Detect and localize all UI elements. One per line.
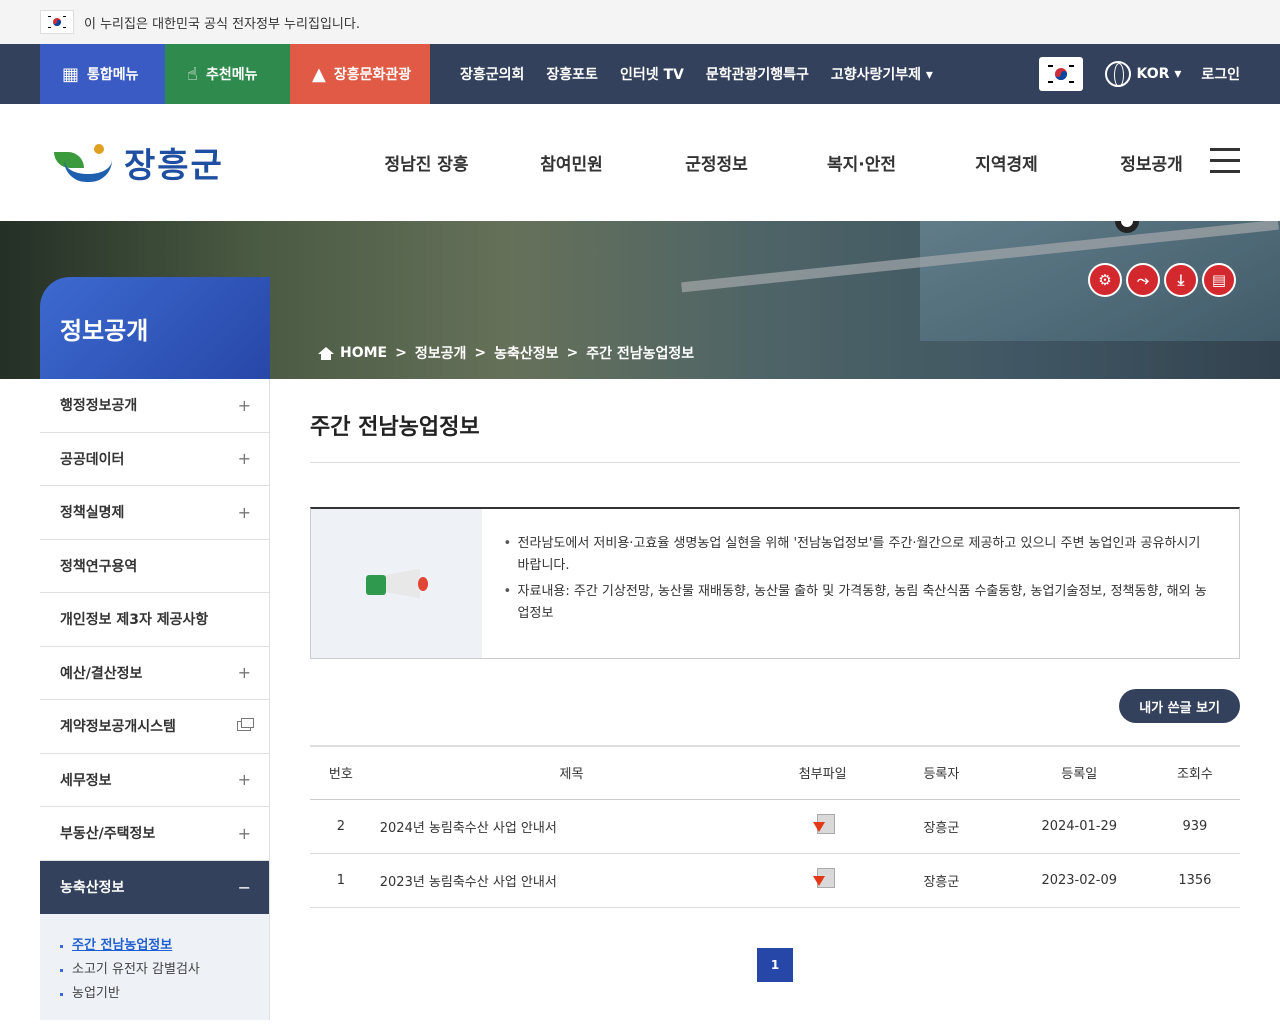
post-title-link[interactable]: 2023년 농림축수산 사업 안내서 xyxy=(371,853,772,908)
side-nav-item[interactable]: 행정정보공개 + xyxy=(40,379,269,433)
util-link-hometown-donation[interactable]: 고향사랑기부제 ▾ xyxy=(831,64,933,84)
plus-icon: + xyxy=(237,502,251,522)
subnav-weekly-agri[interactable]: 주간 전남농업정보 xyxy=(60,934,269,958)
pagination: 1 xyxy=(310,947,1240,982)
nav-info-disclosure[interactable]: 정보공개 xyxy=(1079,150,1224,175)
util-link-council[interactable]: 장흥군의회 xyxy=(460,64,524,84)
content-wrap: 행정정보공개 + 공공데이터 + 정책실명제 + 정책연구용역 개인정보 제3자 제공… xyxy=(0,379,1280,1020)
notice-image xyxy=(311,509,482,658)
recommend-menu-button[interactable]: ☝ 추천메뉴 xyxy=(165,44,290,104)
breadcrumb-info[interactable]: 정보공개 xyxy=(415,343,467,363)
globe-icon xyxy=(1104,61,1131,87)
share-icon[interactable]: ⤳ xyxy=(1126,263,1160,297)
breadcrumb-agri[interactable]: 농축산정보 xyxy=(494,343,558,363)
main-nav: 정남진 장흥 참여민원 군정정보 복지·안전 지역경제 정보공개 xyxy=(354,150,1224,175)
side-nav: 행정정보공개 + 공공데이터 + 정책실명제 + 정책연구용역 개인정보 제3자 제공… xyxy=(40,379,270,1020)
file-download-icon[interactable] xyxy=(812,868,835,888)
logo-text: 장흥군 xyxy=(124,146,224,186)
settings-icon[interactable]: ⚙ xyxy=(1088,263,1122,297)
all-menu-button[interactable]: ▦ 통합메뉴 xyxy=(40,44,165,104)
login-link[interactable]: 로그인 xyxy=(1201,64,1240,84)
minus-icon: − xyxy=(237,877,251,897)
mountain-icon: ▲ xyxy=(312,63,326,85)
main-content: 주간 전남농업정보 전라남도에서 저비용·고효율 생명농업 실현을 위해 '전남… xyxy=(270,379,1280,1020)
print-icon[interactable]: ▤ xyxy=(1202,263,1236,297)
home-icon xyxy=(318,346,334,360)
side-nav-item[interactable]: 공공데이터 + xyxy=(40,433,269,486)
download-icon[interactable]: ⤓ xyxy=(1164,263,1198,297)
plus-icon: + xyxy=(237,395,251,415)
plus-icon: + xyxy=(237,823,251,843)
utility-links: 장흥군의회 장흥포토 인터넷 TV 문학관광기행특구 고향사랑기부제 ▾ xyxy=(460,64,955,84)
site-logo[interactable]: 장흥군 xyxy=(54,138,314,187)
nav-welfare[interactable]: 복지·안전 xyxy=(789,150,934,175)
side-nav-item[interactable]: 정책실명제 + xyxy=(40,486,269,540)
new-window-icon xyxy=(237,718,254,732)
file-download-icon[interactable] xyxy=(812,814,835,834)
plus-icon: + xyxy=(237,770,251,790)
util-link-photo[interactable]: 장흥포토 xyxy=(546,64,598,84)
page-title: 주간 전남농업정보 xyxy=(310,409,1240,463)
breadcrumb: HOME > 정보공개 > 농축산정보 > 주간 전남농업정보 xyxy=(318,343,694,363)
util-link-tv[interactable]: 인터넷 TV xyxy=(620,64,684,84)
table-row: 1 2023년 농림축수산 사업 안내서 장흥군 2023-02-09 1356 xyxy=(310,853,1240,908)
my-posts-button[interactable]: 내가 쓴글 보기 xyxy=(1119,689,1240,723)
nav-economy[interactable]: 지역경제 xyxy=(934,150,1079,175)
visual-banner: 정보공개 HOME > 정보공개 > 농축산정보 > 주간 전남농업정보 ⚙ ⤳… xyxy=(0,221,1280,379)
notice-text: 전라남도에서 저비용·고효율 생명농업 실현을 위해 '전남농업정보'를 주간·… xyxy=(482,509,1239,658)
breadcrumb-current: 주간 전남농업정보 xyxy=(586,346,695,362)
nav-jeongnamjin[interactable]: 정남진 장흥 xyxy=(354,150,499,175)
hand-pointer-icon: ☝ xyxy=(187,63,198,85)
hamburger-menu-icon[interactable] xyxy=(1210,148,1240,181)
language-select[interactable]: KOR ▾ xyxy=(1104,61,1181,87)
notice-box: 전라남도에서 저비용·고효율 생명농업 실현을 위해 '전남농업정보'를 주간·… xyxy=(310,507,1240,659)
side-nav-item-active[interactable]: 농축산정보 − xyxy=(40,860,269,914)
util-link-special-zone[interactable]: 문학관광기행특구 xyxy=(706,64,809,84)
utility-bar: ▦ 통합메뉴 ☝ 추천메뉴 ▲ 장흥문화관광 장흥군의회 장흥포토 인터넷 TV… xyxy=(0,44,1280,104)
culture-tourism-button[interactable]: ▲ 장흥문화관광 xyxy=(290,44,430,104)
table-row: 2 2024년 농림축수산 사업 안내서 장흥군 2024-01-29 939 xyxy=(310,799,1240,854)
plus-icon: + xyxy=(237,449,251,469)
side-subnav: 주간 전남농업정보 소고기 유전자 감별검사 농업기반 xyxy=(40,914,269,1020)
side-nav-item[interactable]: 계약정보공개시스템 xyxy=(40,700,269,754)
megaphone-icon xyxy=(364,559,429,609)
gov-banner: 이 누리집은 대한민국 공식 전자정부 누리집입니다. xyxy=(0,0,1280,44)
side-nav-item[interactable]: 정책연구용역 xyxy=(40,540,269,593)
post-title-link[interactable]: 2024년 농림축수산 사업 안내서 xyxy=(371,799,772,854)
table-header-row: 번호 제목 첨부파일 등록자 등록일 조회수 xyxy=(310,746,1240,800)
site-header: 장흥군 정남진 장흥 참여민원 군정정보 복지·안전 지역경제 정보공개 xyxy=(0,104,1280,221)
side-nav-item[interactable]: 부동산/주택정보 + xyxy=(40,807,269,861)
nav-county-info[interactable]: 군정정보 xyxy=(644,150,789,175)
gov-banner-text: 이 누리집은 대한민국 공식 전자정부 누리집입니다. xyxy=(84,16,360,32)
board-table: 번호 제목 첨부파일 등록자 등록일 조회수 2 2024년 농림축수산 사업 … xyxy=(310,745,1240,908)
nav-participation[interactable]: 참여민원 xyxy=(499,150,644,175)
grid-icon: ▦ xyxy=(62,63,80,85)
page-tools: ⚙ ⤳ ⤓ ▤ xyxy=(1084,263,1236,297)
plus-icon: + xyxy=(237,663,251,683)
page-number-current[interactable]: 1 xyxy=(757,947,793,982)
breadcrumb-home[interactable]: HOME xyxy=(340,345,387,361)
logo-mark-icon xyxy=(54,142,114,184)
side-nav-item[interactable]: 세무정보 + xyxy=(40,754,269,807)
subnav-beef-dna[interactable]: 소고기 유전자 감별검사 xyxy=(60,958,269,982)
taegukgi-icon[interactable] xyxy=(1038,57,1083,91)
subnav-agri-base[interactable]: 농업기반 xyxy=(60,982,269,1006)
utility-right: KOR ▾ 로그인 xyxy=(1038,57,1240,91)
side-nav-item[interactable]: 예산/결산정보 + xyxy=(40,647,269,700)
section-title: 정보공개 xyxy=(40,277,270,379)
side-nav-item[interactable]: 개인정보 제3자 제공사항 xyxy=(40,593,269,647)
korea-flag-icon xyxy=(40,10,74,34)
